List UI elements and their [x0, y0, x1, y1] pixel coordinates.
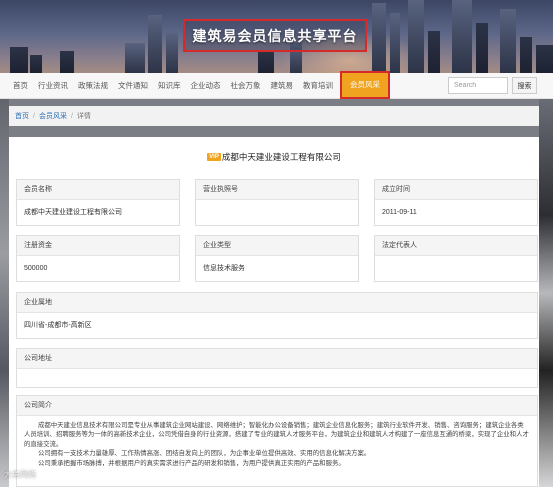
nav-policies[interactable]: 政策法规 [73, 73, 113, 99]
intro-paragraph: 成都中天建业信息技术有限公司是专业从事建筑企业网站建设、网络维护；智能化办公设备… [24, 422, 529, 448]
field-legal-representative: 法定代表人 [374, 235, 538, 282]
field-value [196, 200, 358, 225]
nav-home[interactable]: 首页 [8, 73, 33, 99]
building-silhouette [408, 0, 424, 73]
building-silhouette [10, 47, 28, 73]
field-value: 500000 [24, 265, 48, 272]
field-value: 四川省-成都市-高新区 [24, 322, 92, 329]
field-label: 会员名称 [17, 180, 179, 200]
building-silhouette [520, 37, 532, 73]
nav-industry-news[interactable]: 行业资讯 [33, 73, 73, 99]
field-label: 公司地址 [17, 349, 537, 369]
building-silhouette [258, 51, 274, 73]
nav-company-news[interactable]: 企业动态 [186, 73, 226, 99]
field-label: 成立时间 [375, 180, 537, 200]
breadcrumb-home[interactable]: 首页 [15, 111, 29, 121]
nav-member-showcase-wrap: 会员风采 [340, 70, 390, 99]
building-silhouette [500, 9, 516, 73]
building-silhouette [148, 15, 162, 73]
building-silhouette [452, 0, 472, 73]
field-value: 2011-09-11 [382, 209, 417, 216]
field-value: 成都中天建业建设工程有限公司 [24, 209, 122, 216]
nav-training[interactable]: 教育培训 [298, 73, 338, 99]
watermark: 大鱼网络 [4, 470, 36, 479]
building-silhouette [428, 31, 440, 73]
field-value [375, 256, 537, 281]
building-silhouette [125, 43, 145, 73]
header-banner: 建筑易会员信息共享平台 [0, 0, 553, 73]
nav-society[interactable]: 社会万象 [226, 73, 266, 99]
field-value: 信息技术服务 [203, 265, 245, 272]
main-nav: 首页 行业资讯 政策法规 文件通知 知识库 企业动态 社会万象 建筑易 教育培训… [0, 70, 553, 99]
nav-jianzhuyi[interactable]: 建筑易 [266, 73, 299, 99]
field-label: 法定代表人 [375, 236, 537, 256]
field-label: 注册资金 [17, 236, 179, 256]
field-label: 营业执照号 [196, 180, 358, 200]
field-address: 公司地址 [16, 348, 538, 388]
field-company-type: 企业类型 信息技术服务 [195, 235, 359, 282]
search-input[interactable] [448, 77, 508, 94]
vip-badge: VIP [207, 152, 221, 161]
field-label: 企业属地 [17, 293, 537, 313]
company-title: VIP 成都中天建业建设工程有限公司 [9, 151, 539, 163]
field-business-license: 营业执照号 [195, 179, 359, 226]
field-location: 企业属地 四川省-成都市-高新区 [16, 292, 538, 339]
building-silhouette [166, 33, 178, 73]
breadcrumb: 首页 / 会员风采 / 详情 [9, 106, 539, 126]
field-established: 成立时间 2011-09-11 [374, 179, 538, 226]
background-left [0, 99, 9, 487]
building-silhouette [372, 3, 386, 73]
nav-knowledge-base[interactable]: 知识库 [153, 73, 186, 99]
site-title-box: 建筑易会员信息共享平台 [183, 19, 367, 52]
breadcrumb-separator: / [70, 112, 73, 120]
search-button[interactable]: 搜索 [512, 77, 537, 94]
building-silhouette [60, 51, 74, 73]
breadcrumb-current: 详情 [76, 113, 91, 120]
building-silhouette [536, 45, 553, 73]
site-title: 建筑易会员信息共享平台 [192, 27, 358, 44]
company-intro-text: 成都中天建业信息技术有限公司是专业从事建筑企业网站建设、网络维护；智能化办公设备… [17, 416, 537, 468]
field-value [17, 369, 537, 387]
intro-paragraph: 公司秉承把握市场脉搏，并根据用户的真实需求进行产品的研发和销售，为用户提供真正实… [38, 459, 345, 467]
building-silhouette [30, 55, 42, 73]
breadcrumb-section[interactable]: 会员风采 [39, 111, 67, 121]
field-registered-capital: 注册资金 500000 [16, 235, 180, 282]
field-label: 公司简介 [17, 396, 537, 416]
building-silhouette [390, 13, 400, 73]
background-right [539, 99, 553, 487]
field-company-intro: 公司简介 成都中天建业信息技术有限公司是专业从事建筑企业网站建设、网络维护；智能… [16, 395, 538, 487]
building-silhouette [476, 23, 488, 73]
field-member-name: 会员名称 成都中天建业建设工程有限公司 [16, 179, 180, 226]
nav-notices[interactable]: 文件通知 [113, 73, 153, 99]
member-detail-panel: VIP 成都中天建业建设工程有限公司 会员名称 成都中天建业建设工程有限公司 营业… [9, 137, 539, 487]
intro-paragraph: 公司拥有一支技术力量雄厚、工作热情高涨、团结自发向上的团队，为企事业单位提供高效… [38, 450, 371, 458]
breadcrumb-separator: / [33, 112, 35, 120]
nav-member-showcase[interactable]: 会员风采 [340, 70, 390, 99]
company-name: 成都中天建业建设工程有限公司 [221, 152, 341, 162]
field-label: 企业类型 [196, 236, 358, 256]
